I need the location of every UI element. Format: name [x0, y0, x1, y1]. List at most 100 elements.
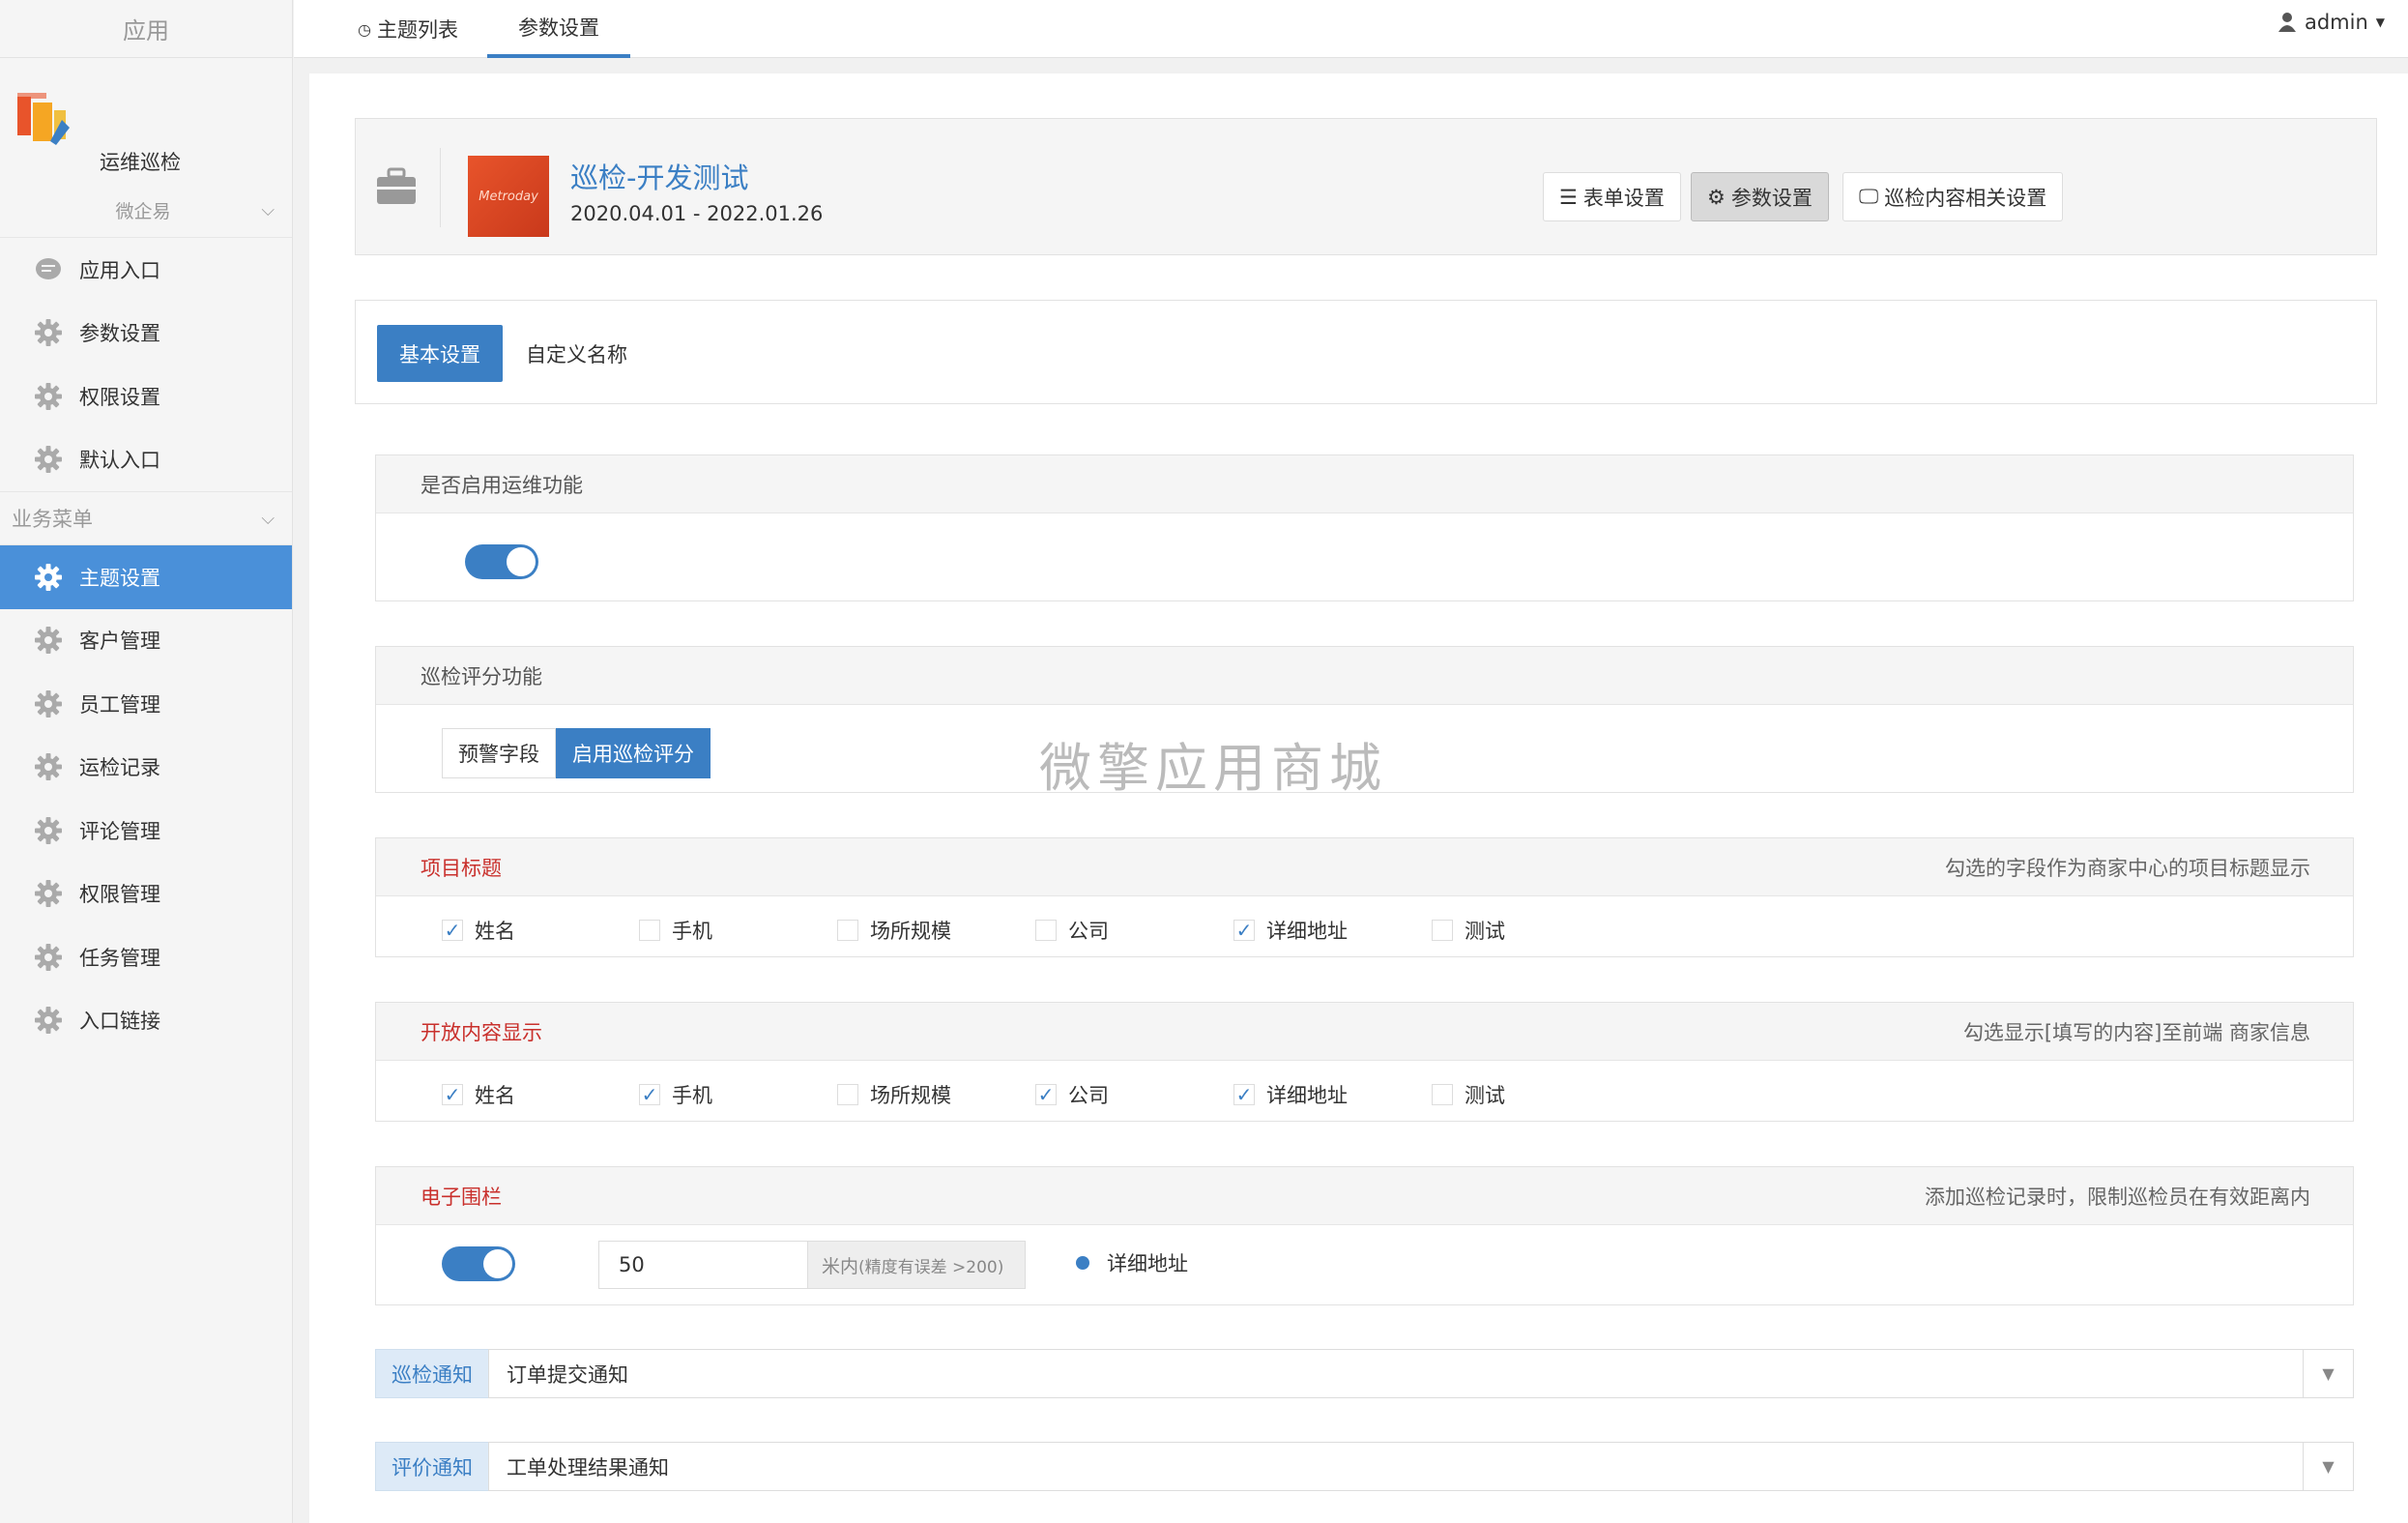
panel-title: 电子围栏 [421, 1185, 502, 1209]
sidebar-item-8[interactable]: 入口链接 [0, 989, 292, 1053]
field-checkbox[interactable]: 测试 [1432, 916, 1505, 945]
field-checkbox[interactable]: ✓ 手机 [639, 1080, 712, 1109]
button-label: 巡检内容相关设置 [1884, 186, 2047, 210]
gear-icon [33, 1005, 64, 1036]
gear-icon [33, 942, 64, 973]
field-checkbox[interactable]: 场所规模 [837, 1080, 951, 1109]
checkbox-label: 公司 [1068, 1084, 1109, 1107]
ops-enable-panel: 是否启用运维功能 [375, 454, 2354, 601]
panel-title: 巡检评分功能 [421, 664, 542, 688]
gear-icon [33, 878, 64, 909]
sidebar-item-label: 客户管理 [79, 630, 160, 654]
sidebar-item-label: 权限管理 [79, 883, 160, 907]
panel-header: 项目标题 勾选的字段作为商家中心的项目标题显示 [376, 838, 2353, 896]
review-notify-select[interactable]: 工单处理结果通知 ▼ [488, 1442, 2354, 1491]
checkbox-label: 测试 [1465, 1084, 1505, 1107]
sidebar-item-4[interactable]: 运检记录 [0, 736, 292, 800]
panel-hint: 勾选的字段作为商家中心的项目标题显示 [1945, 856, 2310, 880]
field-checkbox[interactable]: 公司 [1035, 916, 1109, 945]
option-enable-score[interactable]: 启用巡检评分 [556, 728, 711, 778]
app-name: 运维巡检 [100, 151, 181, 174]
user-menu[interactable]: admin ▼ [2277, 0, 2385, 44]
sidebar-item-3[interactable]: 员工管理 [0, 672, 292, 736]
sidebar-item-label: 运检记录 [79, 756, 160, 780]
field-checkbox[interactable]: 场所规模 [837, 916, 951, 945]
inspection-notify-select[interactable]: 订单提交通知 ▼ [488, 1349, 2354, 1398]
open-content-fields: ✓ 姓名 ✓ 手机 场所规模 ✓ 公司 ✓ 详细地址 测试 [376, 1061, 2353, 1123]
sidebar-group-label: 业务菜单 [12, 508, 93, 531]
field-checkbox[interactable]: ✓ 姓名 [442, 1080, 515, 1109]
tab-label: 参数设置 [518, 16, 599, 40]
gears-icon: ⚙ [1707, 185, 1726, 209]
gear-icon [33, 381, 64, 412]
gear-icon [33, 815, 64, 846]
sidebar-item-3[interactable]: 权限设置 [0, 365, 292, 428]
sidebar-item-1[interactable]: 应用入口 [0, 238, 292, 302]
sidebar-group-label: 微企易 [115, 201, 171, 222]
select-value: 工单处理结果通知 [507, 1455, 669, 1479]
tab-params[interactable]: 参数设置 [487, 0, 630, 58]
field-checkbox[interactable]: 手机 [639, 916, 712, 945]
sidebar-group-weiqiyi[interactable]: 微企易 ⌵ [0, 184, 292, 238]
divider [440, 148, 441, 227]
tab-label: 主题列表 [376, 18, 458, 42]
chat-icon [33, 254, 64, 285]
user-icon [2277, 13, 2296, 32]
tab-topic-list[interactable]: ◷ 主题列表 [329, 0, 487, 58]
sidebar-item-4[interactable]: 默认入口 [0, 428, 292, 492]
review-notify-label: 评价通知 [375, 1442, 489, 1491]
sidebar-item-label: 员工管理 [79, 692, 160, 717]
sidebar-item-label: 权限设置 [79, 385, 160, 409]
theme-title[interactable]: 巡检-开发测试 [570, 156, 748, 196]
app-header: 运维巡检 [0, 58, 292, 184]
checkbox-checked-icon: ✓ [1233, 920, 1255, 941]
sidebar-item-1[interactable]: 主题设置 [0, 545, 292, 609]
param-settings-button[interactable]: ⚙ 参数设置 [1691, 172, 1829, 221]
tab-custom-names[interactable]: 自定义名称 [507, 325, 647, 382]
sidebar-item-label: 默认入口 [79, 449, 160, 473]
form-settings-button[interactable]: ☰ 表单设置 [1543, 172, 1681, 221]
ops-enable-toggle[interactable] [465, 544, 538, 579]
checkbox-label: 手机 [672, 1084, 712, 1107]
sidebar: 应用 运维巡检 微企易 ⌵ 应用入口 参数设置 权限设置 默认入口 业务菜单 ⌵ 主题… [0, 0, 293, 1523]
field-checkbox[interactable]: ✓ 详细地址 [1233, 916, 1348, 945]
field-checkbox[interactable]: 测试 [1432, 1080, 1505, 1109]
sidebar-item-2[interactable]: 客户管理 [0, 609, 292, 673]
field-checkbox[interactable]: ✓ 姓名 [442, 916, 515, 945]
address-radio[interactable]: 详细地址 [1076, 1248, 1188, 1277]
option-warning-field[interactable]: 预警字段 [442, 728, 556, 778]
panel-header: 是否启用运维功能 [376, 455, 2353, 513]
theme-header-card: Metroday 巡检-开发测试 2020.04.01 - 2022.01.26… [355, 118, 2377, 255]
panel-hint: 勾选显示[填写的内容]至前端 商家信息 [1962, 1020, 2310, 1044]
geofence-toggle[interactable] [442, 1246, 515, 1281]
gear-icon [33, 625, 64, 656]
radio-label: 详细地址 [1107, 1252, 1188, 1275]
caret-down-icon: ▼ [2303, 1443, 2353, 1490]
checkbox-label: 测试 [1465, 920, 1505, 943]
geofence-distance-input[interactable] [598, 1241, 809, 1289]
checkbox-label: 姓名 [475, 1084, 515, 1107]
field-checkbox[interactable]: ✓ 公司 [1035, 1080, 1109, 1109]
gear-icon [33, 317, 64, 348]
sidebar-item-label: 评论管理 [79, 819, 160, 843]
panel-header: 巡检评分功能 [376, 647, 2353, 705]
sidebar-item-6[interactable]: 权限管理 [0, 863, 292, 926]
sidebar-item-label: 参数设置 [79, 322, 160, 346]
tab-basic-settings[interactable]: 基本设置 [377, 325, 503, 382]
checkbox-checked-icon: ✓ [442, 1084, 463, 1105]
gear-icon [33, 562, 64, 593]
radio-dot-icon [1076, 1256, 1089, 1270]
sidebar-item-2[interactable]: 参数设置 [0, 302, 292, 366]
sidebar-group-business[interactable]: 业务菜单 ⌵ [0, 491, 292, 545]
sidebar-item-5[interactable]: 评论管理 [0, 799, 292, 863]
checkbox-checked-icon: ✓ [1233, 1084, 1255, 1105]
inspection-content-settings-button[interactable]: 🖵 巡检内容相关设置 [1842, 172, 2064, 221]
checkbox-label: 公司 [1068, 920, 1109, 943]
sidebar-item-7[interactable]: 任务管理 [0, 925, 292, 989]
checkbox-label: 场所规模 [870, 1084, 951, 1107]
sidebar-item-label: 任务管理 [79, 946, 160, 970]
theme-thumbnail: Metroday [468, 156, 549, 237]
field-checkbox[interactable]: ✓ 详细地址 [1233, 1080, 1348, 1109]
sidebar-item-label: 主题设置 [79, 566, 160, 590]
checkbox-label: 场所规模 [870, 920, 951, 943]
